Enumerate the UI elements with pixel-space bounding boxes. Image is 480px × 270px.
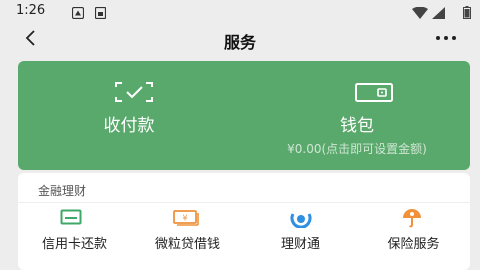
credit-card-repay-label: 信用卡还款 [41, 237, 107, 252]
wallet-balance-text: ¥0.00(点击即可设置金额) [287, 142, 427, 156]
status-time: 1:26 [16, 3, 46, 18]
wallet-label: 钱包 [340, 116, 374, 136]
nav-bar: 服务 [0, 20, 480, 58]
insurance-service-label: 保险服务 [387, 237, 440, 252]
weilidai-loan-button[interactable]: ¥ 微粒贷借钱 [131, 203, 244, 270]
finance-header: 金融理财 [38, 184, 87, 198]
svg-text:¥: ¥ [182, 214, 187, 223]
finance-section: 金融理财 信用卡还款 ¥ 微粒贷借钱 理财通 保险服务 [18, 173, 470, 270]
licaitong-button[interactable]: 理财通 [244, 203, 357, 270]
scan-check-icon [114, 81, 154, 107]
pay-receive-button[interactable]: 收付款 [18, 61, 244, 170]
payment-wallet-card: 收付款 钱包 ¥0.00(点击即可设置金额) [18, 61, 470, 170]
more-dots-icon[interactable] [432, 28, 460, 48]
pay-receive-label: 收付款 [103, 116, 155, 136]
weilidai-loan-label: 微粒贷借钱 [154, 237, 220, 252]
wealth-icon [290, 208, 312, 232]
credit-card-repay-button[interactable]: 信用卡还款 [18, 203, 131, 270]
licaitong-label: 理财通 [280, 237, 320, 252]
wallet-button[interactable]: 钱包 ¥0.00(点击即可设置金额) [244, 61, 470, 170]
page-title: 服务 [223, 33, 256, 52]
insurance-service-button[interactable]: 保险服务 [357, 203, 470, 270]
insurance-icon [401, 208, 423, 232]
credit-card-icon [60, 208, 82, 230]
status-bar: 1:26 [0, 0, 480, 20]
cash-icon: ¥ [173, 208, 199, 230]
wallet-icon [354, 81, 394, 107]
